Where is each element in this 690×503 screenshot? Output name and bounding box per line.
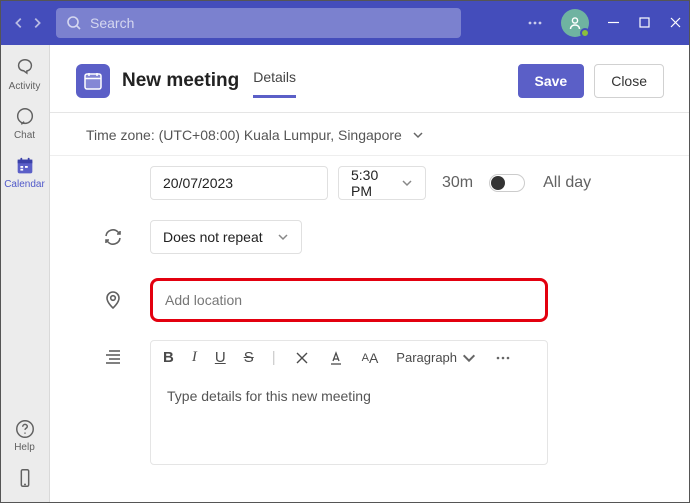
rail-activity-label: Activity <box>9 81 41 92</box>
page-title: New meeting <box>122 70 239 92</box>
save-button[interactable]: Save <box>518 64 585 98</box>
recurrence-row: Does not repeat <box>50 210 690 264</box>
more-icon[interactable] <box>527 15 543 31</box>
minimize-button[interactable] <box>607 16 620 29</box>
close-button[interactable]: Close <box>594 64 664 98</box>
main-content: New meeting Details Save Close Time zone… <box>50 45 690 503</box>
bold-button[interactable]: B <box>163 349 174 366</box>
page-header: New meeting Details Save Close <box>50 45 690 104</box>
rich-text-editor: B I U S | AA Paragraph <box>150 340 548 465</box>
search-input[interactable] <box>90 15 451 31</box>
font-color-button[interactable] <box>328 350 344 366</box>
editor-toolbar: B I U S | AA Paragraph <box>151 341 547 374</box>
rail-chat[interactable]: Chat <box>0 100 50 149</box>
rail-chat-label: Chat <box>14 130 35 141</box>
location-field-highlight <box>150 278 548 322</box>
recurrence-field[interactable]: Does not repeat <box>150 220 302 254</box>
avatar[interactable] <box>561 9 589 37</box>
time-value: 5:30 PM <box>351 167 387 199</box>
tab-details[interactable]: Details <box>253 63 296 98</box>
strikethrough-button[interactable]: S <box>244 349 254 366</box>
editor-body[interactable]: Type details for this new meeting <box>151 374 547 464</box>
underline-button[interactable]: U <box>215 349 226 366</box>
rail-device[interactable] <box>0 461 50 503</box>
back-button[interactable] <box>12 16 26 30</box>
description-icon <box>86 340 140 364</box>
forward-button[interactable] <box>30 16 44 30</box>
title-bar <box>0 0 690 45</box>
rail-help[interactable]: Help <box>0 412 50 461</box>
chevron-down-icon <box>401 177 413 189</box>
paragraph-dropdown[interactable]: Paragraph <box>396 350 477 366</box>
all-day-label: All day <box>543 174 591 192</box>
nav-arrows <box>12 16 44 30</box>
maximize-button[interactable] <box>638 16 651 29</box>
chevron-down-icon <box>412 129 424 141</box>
rail-activity[interactable]: Activity <box>0 51 50 100</box>
close-window-button[interactable] <box>669 16 682 29</box>
chevron-down-icon <box>277 231 289 243</box>
font-size-button[interactable]: AA <box>362 350 379 366</box>
date-field[interactable]: 20/07/2023 <box>150 166 328 200</box>
description-row: B I U S | AA Paragraph <box>50 336 690 475</box>
paragraph-label: Paragraph <box>396 350 457 365</box>
search-icon <box>66 15 82 31</box>
editor-placeholder: Type details for this new meeting <box>167 388 371 404</box>
highlight-button[interactable] <box>294 350 310 366</box>
recurrence-value: Does not repeat <box>163 229 263 245</box>
editor-more-button[interactable] <box>495 350 511 366</box>
date-value: 20/07/2023 <box>163 175 233 191</box>
rail-calendar[interactable]: Calendar <box>0 149 50 198</box>
location-input[interactable] <box>165 292 533 308</box>
calendar-badge-icon <box>76 64 110 98</box>
duration-label: 30m <box>442 174 473 192</box>
time-field[interactable]: 5:30 PM <box>338 166 426 200</box>
search-field[interactable] <box>56 8 461 38</box>
presence-available-icon <box>580 28 590 38</box>
timezone-label: Time zone: (UTC+08:00) Kuala Lumpur, Sin… <box>86 127 402 143</box>
all-day-toggle[interactable] <box>489 174 525 192</box>
repeat-icon <box>86 227 140 247</box>
location-row <box>50 264 690 336</box>
app-rail: Activity Chat Calendar Help <box>0 45 50 503</box>
location-icon <box>86 290 140 310</box>
timezone-row[interactable]: Time zone: (UTC+08:00) Kuala Lumpur, Sin… <box>50 113 690 156</box>
rail-calendar-label: Calendar <box>4 179 45 190</box>
rail-help-label: Help <box>14 442 35 453</box>
italic-button[interactable]: I <box>192 349 197 366</box>
datetime-row: 20/07/2023 5:30 PM 30m All day <box>50 156 690 210</box>
